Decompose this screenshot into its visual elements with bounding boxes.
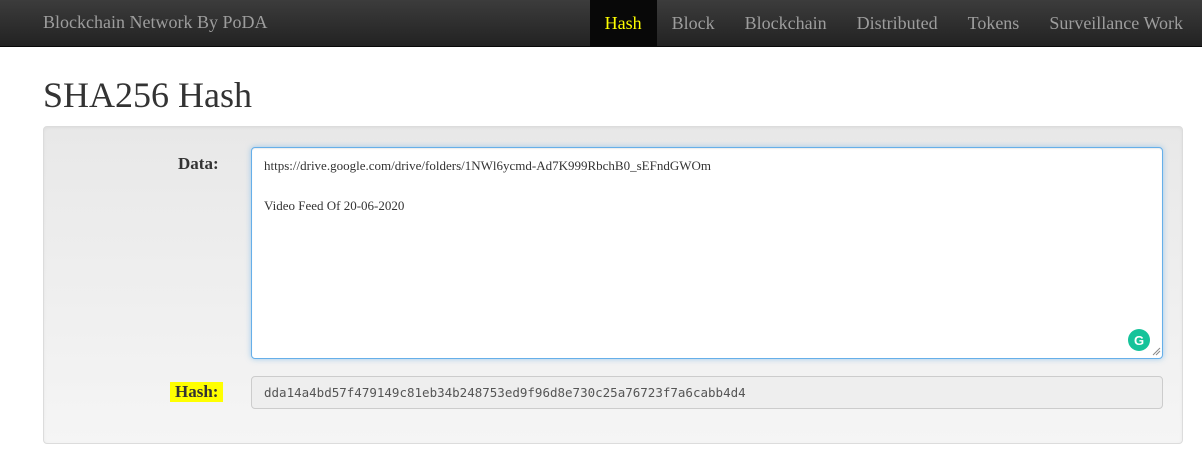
grammarly-icon[interactable]: G (1128, 329, 1150, 351)
nav-item-label: Blockchain (744, 13, 827, 33)
hash-output-field[interactable]: dda14a4bd57f479149c81eb34b248753ed9f96d8… (251, 376, 1163, 409)
nav-item-tokens[interactable]: Tokens (953, 0, 1035, 47)
nav-item-label: Surveillance Work (1049, 13, 1183, 33)
data-text-line: https://drive.google.com/drive/folders/1… (264, 158, 711, 173)
hash-value: dda14a4bd57f479149c81eb34b248753ed9f96d8… (264, 385, 746, 400)
resize-handle-icon[interactable] (1152, 347, 1161, 356)
page-title: SHA256 Hash (43, 75, 253, 115)
nav-item-distributed[interactable]: Distributed (842, 0, 953, 47)
nav-item-label: Hash (604, 13, 642, 33)
navbar-menu: Hash Block Blockchain Distributed Tokens… (589, 0, 1202, 47)
nav-item-surveillance-work[interactable]: Surveillance Work (1034, 0, 1202, 47)
hash-label: Hash: (170, 382, 224, 402)
nav-item-label: Distributed (856, 13, 938, 33)
data-label: Data: (178, 154, 219, 173)
nav-item-block[interactable]: Block (657, 0, 730, 47)
nav-item-label: Tokens (967, 13, 1020, 33)
data-textarea[interactable]: https://drive.google.com/drive/folders/1… (251, 147, 1163, 359)
data-text-line: Video Feed Of 20-06-2020 (264, 198, 405, 213)
nav-item-label: Block (671, 13, 715, 33)
nav-item-blockchain[interactable]: Blockchain (730, 0, 842, 47)
top-navbar: Blockchain Network By PoDA Hash Block Bl… (0, 0, 1202, 47)
data-text-line (264, 176, 1150, 196)
nav-item-hash[interactable]: Hash (589, 0, 657, 47)
navbar-brand[interactable]: Blockchain Network By PoDA (43, 12, 267, 33)
